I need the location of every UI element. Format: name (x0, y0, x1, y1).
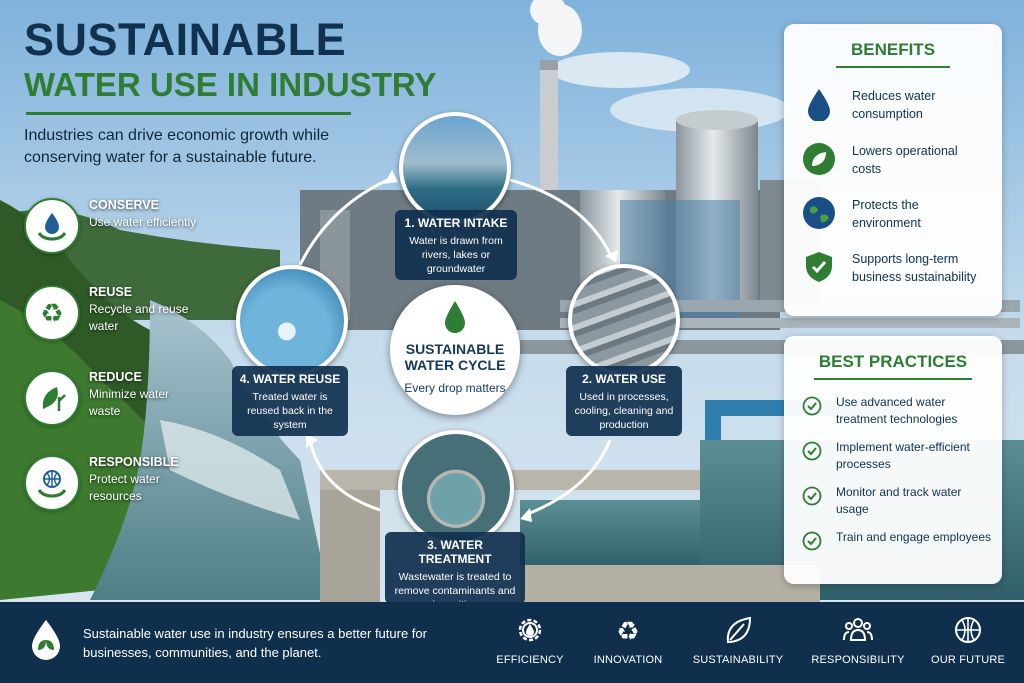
water-drop-icon (808, 89, 830, 121)
check-circle-icon (802, 396, 822, 416)
benefit-text: Protects the environment (852, 198, 921, 230)
benefits-heading: BENEFITS (850, 40, 936, 59)
practices-rule (814, 378, 972, 380)
benefit-text: Supports long-term business sustainabili… (852, 252, 977, 284)
water-drop-leaf-icon (32, 620, 60, 660)
treatment-photo (398, 430, 514, 546)
step-desc: Used in processes, cooling, cleaning and… (574, 391, 674, 431)
people-icon (843, 618, 873, 641)
intake-photo (399, 112, 511, 224)
svg-text:♻: ♻ (616, 617, 639, 646)
globe-icon (803, 197, 835, 229)
reuse-photo (236, 265, 348, 377)
practices-panel: BEST PRACTICES Use advanced water treatm… (784, 336, 1002, 584)
use-photo (568, 264, 680, 376)
footer-label: OUR FUTURE (930, 654, 1006, 666)
practice-text: Train and engage employees (836, 530, 991, 544)
water-drop-icon (445, 301, 465, 333)
footer-text: Sustainable water use in industry ensure… (83, 626, 427, 660)
practices-heading: BEST PRACTICES (818, 352, 968, 371)
step-water-treatment: 3. WATER TREATMENT Wastewater is treated… (385, 532, 525, 611)
step-water-intake: 1. WATER INTAKE Water is drawn from rive… (395, 210, 517, 280)
practice-text: Use advanced water treatment technologie… (836, 395, 958, 426)
footer-label: RESPONSIBILITY (811, 654, 905, 666)
step-water-reuse: 4. WATER REUSE Treated water is reused b… (232, 366, 348, 436)
gear-drop-icon (518, 618, 542, 642)
step-desc: Water is drawn from rivers, lakes or gro… (409, 235, 503, 275)
benefits-rule (836, 66, 950, 68)
cycle-center-title: SUSTAINABLE WATER CYCLE (404, 341, 506, 373)
shield-check-icon (806, 252, 832, 282)
footer-item-our-future: OUR FUTURE (918, 614, 1018, 666)
globe-icon (955, 617, 981, 643)
footer-item-responsibility: RESPONSIBILITY (808, 614, 908, 666)
recycle-icon: ♻ (616, 617, 639, 646)
cycle-center: SUSTAINABLE WATER CYCLE Every drop matte… (390, 285, 520, 415)
footer-label: EFFICIENCY (496, 654, 564, 666)
benefit-text: Lowers operational costs (852, 144, 958, 176)
leaf-icon (726, 616, 752, 643)
check-circle-icon (802, 486, 822, 506)
footer-bar: Sustainable water use in industry ensure… (0, 602, 1024, 683)
check-circle-icon (802, 531, 822, 551)
footer-item-sustainability: SUSTAINABILITY (688, 614, 788, 666)
step-water-use: 2. WATER USE Used in processes, cooling,… (566, 366, 682, 436)
leaf-cost-icon (803, 143, 835, 175)
step-title: 3. WATER TREATMENT (418, 538, 492, 566)
footer-label: SUSTAINABILITY (692, 654, 784, 666)
step-desc: Treated water is reused back in the syst… (247, 391, 333, 431)
footer-label: INNOVATION (593, 654, 663, 666)
practice-text: Implement water-efficient processes (836, 440, 970, 471)
footer-item-innovation: ♻ INNOVATION (578, 614, 678, 666)
practice-text: Monitor and track water usage (836, 485, 962, 516)
step-title: 2. WATER USE (582, 372, 666, 386)
footer-item-efficiency: EFFICIENCY (480, 614, 580, 666)
cycle-center-subtitle: Every drop matters (404, 381, 506, 395)
benefit-text: Reduces water consumption (852, 89, 936, 121)
benefits-panel: BENEFITS Reduces water consumption Lower… (784, 24, 1002, 316)
step-title: 1. WATER INTAKE (404, 216, 508, 230)
check-circle-icon (802, 441, 822, 461)
step-title: 4. WATER REUSE (239, 372, 341, 386)
